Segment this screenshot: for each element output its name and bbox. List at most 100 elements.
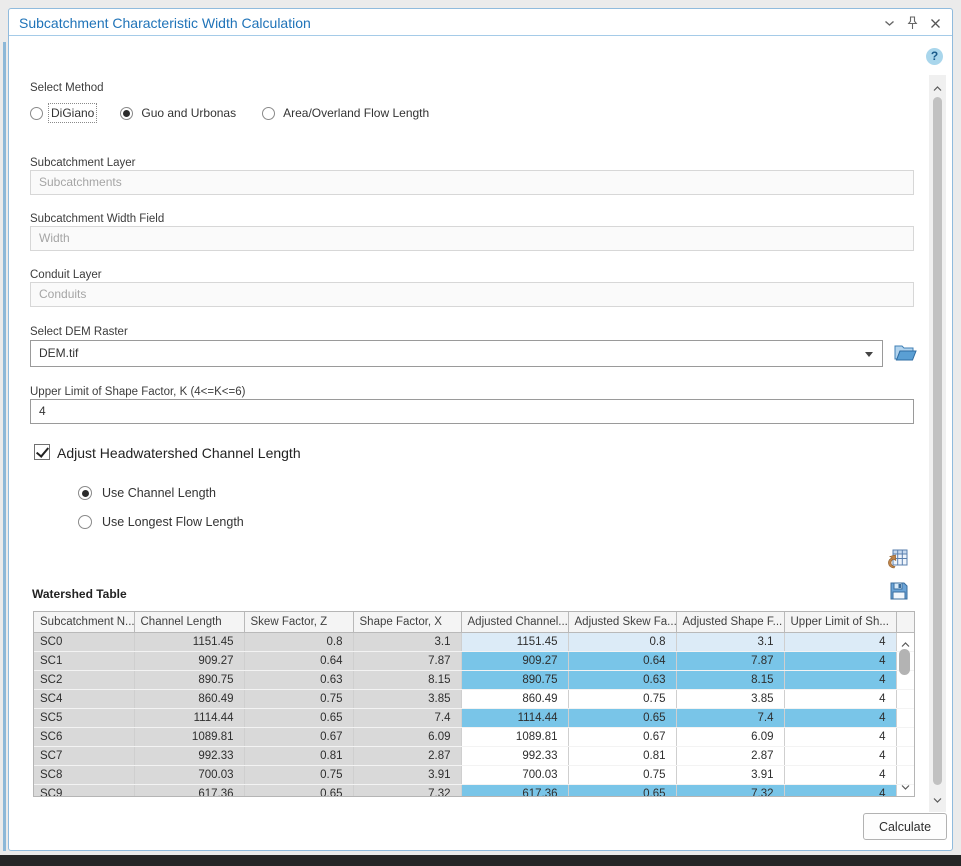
table-cell: 700.03 — [134, 765, 244, 784]
upper-limit-k-label: Upper Limit of Shape Factor, K (4<=K<=6) — [30, 386, 245, 398]
radio-button-icon — [78, 486, 92, 500]
radio-use-longest-flow-length[interactable]: Use Longest Flow Length — [78, 515, 244, 529]
table-cell: SC5 — [34, 708, 134, 727]
table-cell: 0.75 — [244, 765, 353, 784]
table-cell[interactable]: 1114.44 — [461, 708, 568, 727]
table-row: SC2890.750.638.15890.750.638.154 — [34, 670, 914, 689]
pane-vertical-scrollbar[interactable] — [929, 75, 946, 812]
table-cell[interactable]: 909.27 — [461, 651, 568, 670]
scroll-down-icon[interactable] — [897, 777, 913, 795]
table-cell[interactable]: 7.87 — [676, 651, 784, 670]
table-cell[interactable]: 860.49 — [461, 689, 568, 708]
table-row: SC01151.450.83.11151.450.83.14 — [34, 632, 914, 651]
column-header[interactable]: Channel Length — [134, 612, 244, 632]
upper-limit-k-input[interactable]: 4 — [30, 399, 914, 424]
collapse-chevron-icon[interactable] — [882, 16, 896, 30]
table-cell[interactable]: 4 — [784, 670, 896, 689]
radio-area-overland-flow-length[interactable]: Area/Overland Flow Length — [262, 106, 429, 120]
radio-guo-and-urbonas[interactable]: Guo and Urbonas — [120, 106, 236, 120]
dem-raster-select[interactable]: DEM.tif — [30, 340, 883, 367]
table-row: SC61089.810.676.091089.810.676.094 — [34, 727, 914, 746]
table-cell[interactable]: 0.64 — [568, 651, 676, 670]
table-cell[interactable]: 3.91 — [676, 765, 784, 784]
adjust-headwatershed-label: Adjust Headwatershed Channel Length — [57, 445, 301, 461]
table-cell[interactable]: 0.65 — [568, 708, 676, 727]
dem-raster-value: DEM.tif — [39, 346, 78, 360]
table-cell[interactable]: 4 — [784, 651, 896, 670]
method-radio-group: DiGiano Guo and Urbonas Area/Overland Fl… — [30, 106, 429, 120]
column-header[interactable]: Adjusted Channel... — [461, 612, 568, 632]
select-method-label: Select Method — [30, 82, 104, 94]
radio-digiano[interactable]: DiGiano — [30, 106, 94, 120]
table-cell[interactable]: 890.75 — [461, 670, 568, 689]
column-header[interactable]: Adjusted Skew Fa... — [568, 612, 676, 632]
conduit-layer-label: Conduit Layer — [30, 269, 102, 281]
table-cell[interactable]: 4 — [784, 765, 896, 784]
table-cell: SC2 — [34, 670, 134, 689]
table-cell[interactable]: 992.33 — [461, 746, 568, 765]
save-table-button[interactable] — [889, 581, 909, 601]
table-cell[interactable]: 0.8 — [568, 632, 676, 651]
table-row: SC51114.440.657.41114.440.657.44 — [34, 708, 914, 727]
table-cell[interactable]: 0.65 — [568, 784, 676, 797]
radio-button-icon — [120, 107, 133, 120]
radio-use-channel-length[interactable]: Use Channel Length — [78, 486, 216, 500]
table-cell[interactable]: 8.15 — [676, 670, 784, 689]
scroll-up-icon[interactable] — [929, 79, 946, 97]
scrollbar-thumb[interactable] — [899, 649, 910, 675]
column-header[interactable]: Shape Factor, X — [353, 612, 461, 632]
table-cell: 0.65 — [244, 784, 353, 797]
watershed-table: Subcatchment N... Channel Length Skew Fa… — [33, 611, 915, 797]
table-cell[interactable]: 2.87 — [676, 746, 784, 765]
table-cell[interactable]: 0.75 — [568, 765, 676, 784]
table-cell[interactable]: 4 — [784, 689, 896, 708]
help-icon[interactable]: ? — [926, 48, 943, 65]
table-cell[interactable]: 4 — [784, 746, 896, 765]
scrollbar-thumb[interactable] — [933, 97, 942, 785]
table-vertical-scrollbar[interactable] — [897, 633, 913, 797]
table-cell[interactable]: 617.36 — [461, 784, 568, 797]
caret-down-icon — [865, 352, 873, 357]
table-cell[interactable]: 6.09 — [676, 727, 784, 746]
radio-label: Use Channel Length — [102, 486, 216, 500]
radio-label: Guo and Urbonas — [141, 106, 236, 120]
table-cell[interactable]: 1151.45 — [461, 632, 568, 651]
update-table-button[interactable] — [884, 547, 909, 570]
table-cell[interactable]: 0.63 — [568, 670, 676, 689]
table-cell[interactable]: 0.67 — [568, 727, 676, 746]
table-cell[interactable]: 0.75 — [568, 689, 676, 708]
subcatchment-width-pane: Subcatchment Characteristic Width Calcul… — [8, 8, 953, 851]
calculate-button[interactable]: Calculate — [863, 813, 947, 840]
table-cell[interactable]: 700.03 — [461, 765, 568, 784]
table-cell[interactable]: 7.32 — [676, 784, 784, 797]
table-cell: 0.63 — [244, 670, 353, 689]
scroll-down-icon[interactable] — [929, 790, 946, 808]
table-cell: 909.27 — [134, 651, 244, 670]
table-cell: 617.36 — [134, 784, 244, 797]
open-folder-icon — [893, 343, 917, 363]
subcatchment-width-field-input: Width — [30, 226, 914, 251]
radio-label: DiGiano — [51, 106, 94, 120]
column-header[interactable]: Skew Factor, Z — [244, 612, 353, 632]
table-cell: 1089.81 — [134, 727, 244, 746]
table-cell[interactable]: 4 — [784, 632, 896, 651]
table-cell[interactable]: 4 — [784, 784, 896, 797]
table-cell[interactable]: 1089.81 — [461, 727, 568, 746]
table-row: SC7992.330.812.87992.330.812.874 — [34, 746, 914, 765]
column-header[interactable]: Upper Limit of Sh... — [784, 612, 896, 632]
table-cell[interactable]: 0.81 — [568, 746, 676, 765]
close-icon[interactable] — [928, 16, 942, 30]
table-cell[interactable]: 4 — [784, 708, 896, 727]
column-header[interactable]: Subcatchment N... — [34, 612, 134, 632]
adjust-headwatershed-checkbox[interactable] — [34, 444, 50, 460]
table-cell: SC7 — [34, 746, 134, 765]
conduit-layer-input: Conduits — [30, 282, 914, 307]
table-cell: 0.8 — [244, 632, 353, 651]
table-cell[interactable]: 3.85 — [676, 689, 784, 708]
pin-icon[interactable] — [905, 16, 919, 30]
table-cell[interactable]: 3.1 — [676, 632, 784, 651]
browse-folder-button[interactable] — [893, 343, 917, 363]
table-cell[interactable]: 4 — [784, 727, 896, 746]
table-cell[interactable]: 7.4 — [676, 708, 784, 727]
column-header[interactable]: Adjusted Shape F... — [676, 612, 784, 632]
